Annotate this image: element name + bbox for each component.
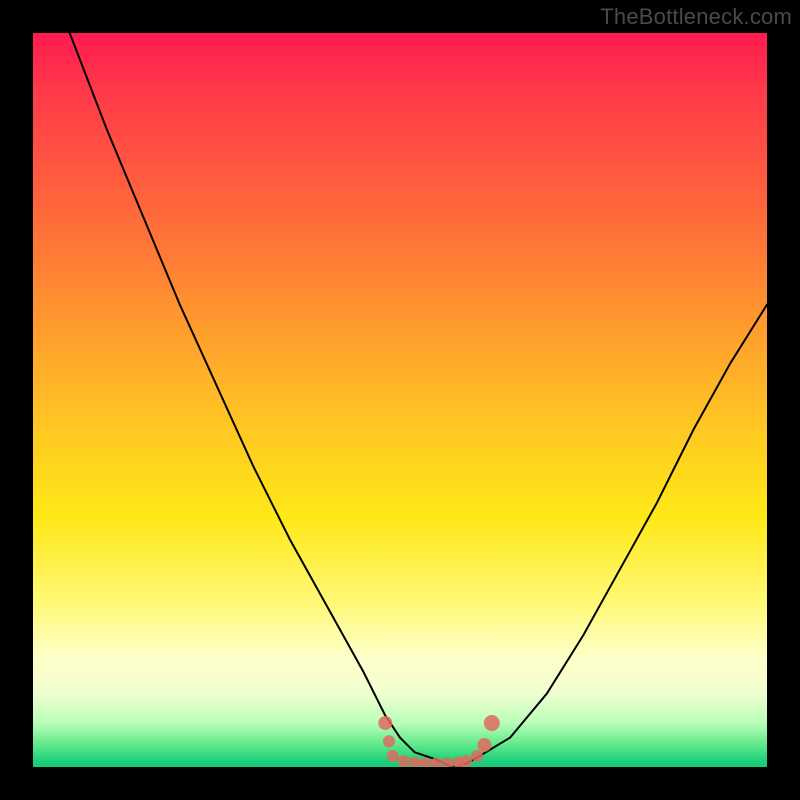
optimal-left-2 xyxy=(383,735,395,747)
optimal-mid-5 xyxy=(442,757,454,767)
optimal-left-3 xyxy=(387,750,399,762)
optimal-mid-2 xyxy=(409,757,421,767)
optimal-mid-1 xyxy=(398,755,410,767)
optimal-markers-group xyxy=(378,715,500,767)
optimal-mid-3 xyxy=(420,757,432,767)
optimal-right-2 xyxy=(477,738,491,752)
optimal-right-1 xyxy=(471,750,483,762)
chart-plot-area xyxy=(33,33,767,767)
optimal-right-3 xyxy=(484,715,500,731)
optimal-mid-7 xyxy=(460,755,472,767)
chart-frame: TheBottleneck.com xyxy=(0,0,800,800)
curve-group xyxy=(70,33,767,767)
optimal-left-1 xyxy=(378,716,392,730)
watermark-text: TheBottleneck.com xyxy=(600,4,792,30)
chart-svg xyxy=(33,33,767,767)
bottleneck-curve xyxy=(70,33,767,767)
